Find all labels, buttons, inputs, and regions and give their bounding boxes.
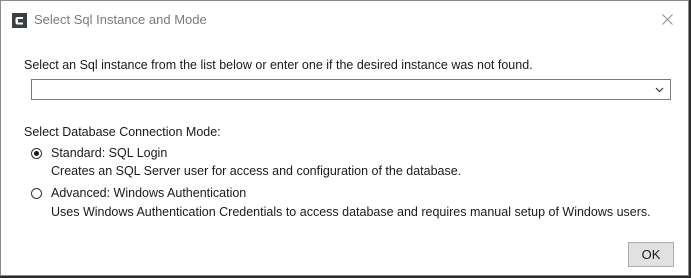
radio-label-standard[interactable]: Standard: SQL Login [51, 146, 167, 160]
radio-description-advanced: Uses Windows Authentication Credentials … [51, 205, 651, 219]
dialog-window: Select Sql Instance and Mode Select an S… [0, 0, 689, 276]
connection-mode-label: Select Database Connection Mode: [24, 125, 221, 139]
chevron-down-icon[interactable] [655, 86, 664, 93]
radio-selected-dot [34, 151, 39, 156]
ok-button[interactable]: OK [628, 242, 674, 267]
radio-button-standard[interactable] [31, 148, 42, 159]
close-button[interactable] [654, 7, 682, 33]
radio-description-standard: Creates an SQL Server user for access an… [51, 164, 462, 178]
window-title: Select Sql Instance and Mode [34, 12, 207, 27]
radio-button-advanced[interactable] [31, 188, 42, 199]
radio-label-advanced[interactable]: Advanced: Windows Authentication [51, 186, 246, 200]
app-logo-icon [12, 13, 27, 28]
instance-instruction: Select an Sql instance from the list bel… [24, 58, 533, 72]
title-bar[interactable]: Select Sql Instance and Mode [1, 1, 688, 39]
sql-instance-combobox[interactable] [31, 79, 671, 100]
close-icon [662, 14, 673, 25]
